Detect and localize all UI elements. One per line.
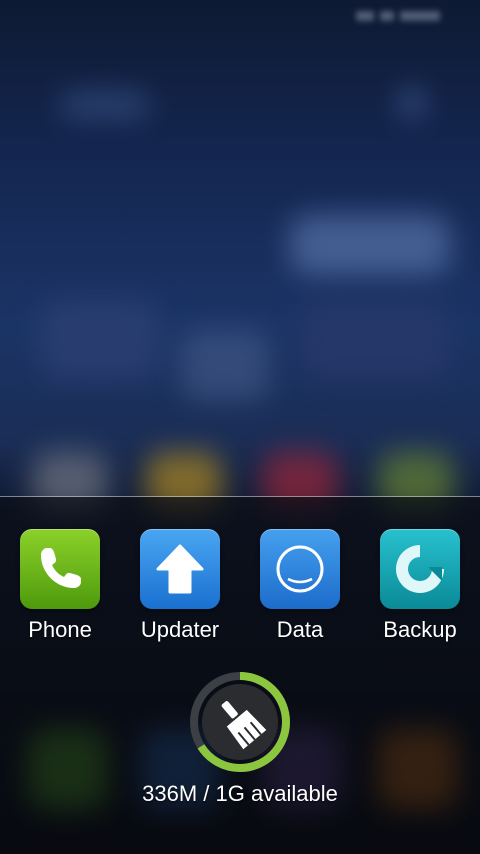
- recent-app-updater[interactable]: Updater: [125, 529, 235, 643]
- phone-icon: [20, 529, 100, 609]
- recent-app-label: Data: [276, 617, 324, 642]
- recent-app-label: Backup: [383, 617, 457, 642]
- memory-status-text: 336M / 1G available: [142, 781, 338, 806]
- blurred-background: [180, 330, 270, 400]
- panel-divider: [0, 496, 480, 497]
- blurred-background: [300, 300, 450, 380]
- recent-app-phone[interactable]: Phone: [5, 529, 115, 643]
- recent-app-data[interactable]: Data: [245, 529, 355, 643]
- ring-icon: [260, 529, 340, 609]
- recent-app-backup[interactable]: Backup: [365, 529, 475, 643]
- up-arrow-icon: [140, 529, 220, 609]
- status-bar: [350, 6, 470, 26]
- blurred-background: [398, 88, 426, 118]
- backup-icon: [380, 529, 460, 609]
- blurred-background: [40, 300, 160, 380]
- recent-app-label: Updater: [140, 617, 220, 642]
- recent-apps-row: Phone Updater Data Backup: [0, 529, 480, 649]
- recents-screen: Phone Updater Data Backup 336M / 1G avai…: [0, 0, 480, 854]
- memory-clean-button[interactable]: [189, 671, 291, 773]
- recent-app-label: Phone: [28, 617, 92, 642]
- blurred-clock-widget: [290, 215, 450, 275]
- blurred-background: [60, 92, 150, 118]
